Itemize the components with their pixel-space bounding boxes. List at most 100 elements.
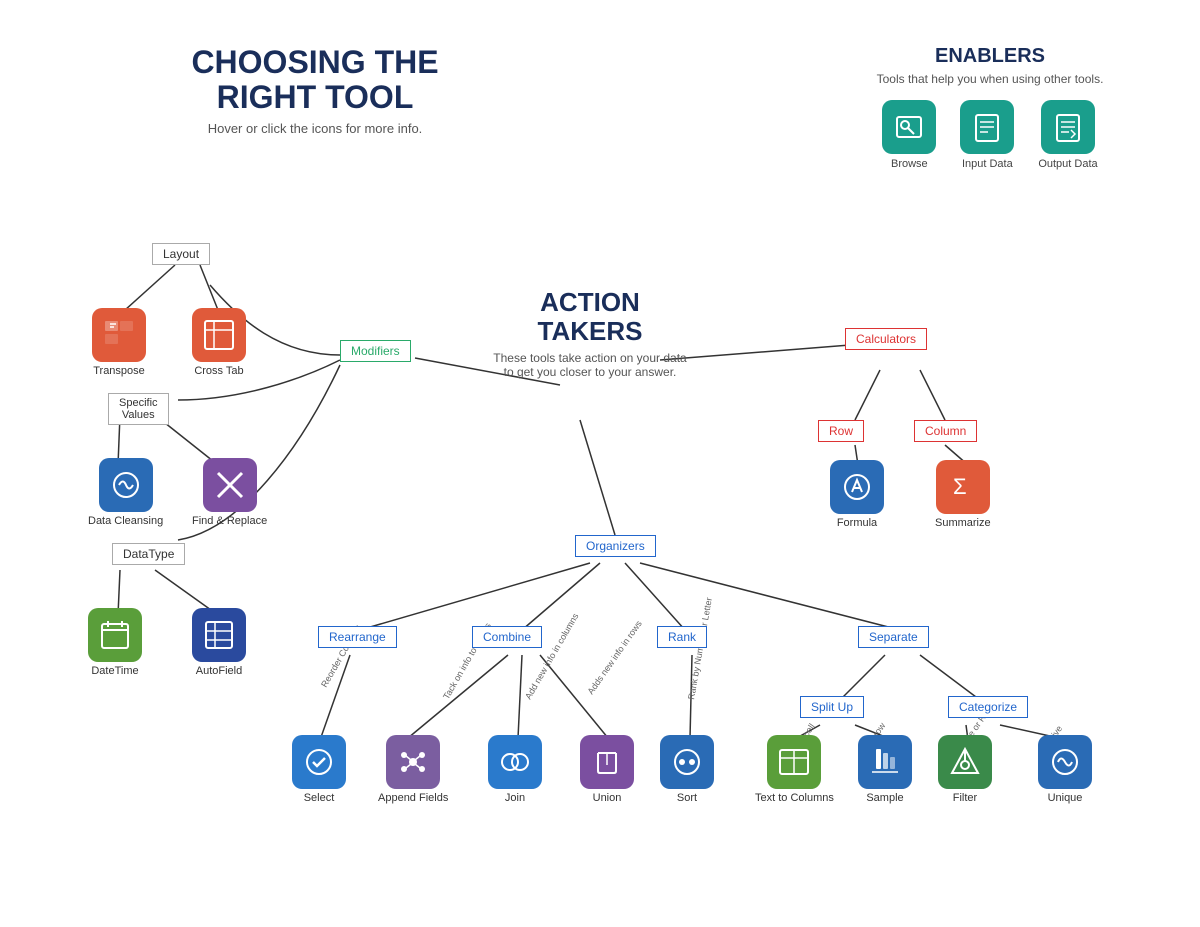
- enablers-description: Tools that help you when using other too…: [850, 72, 1130, 86]
- join-tool[interactable]: Join: [488, 735, 542, 804]
- action-takers-description: These tools take action on your data to …: [490, 351, 690, 379]
- summarize-label: Summarize: [935, 517, 991, 529]
- browse-icon: [882, 100, 936, 154]
- datetime-tool[interactable]: DateTime: [88, 608, 142, 677]
- datetime-icon: [88, 608, 142, 662]
- filter-label: Filter: [953, 792, 977, 804]
- sort-tool[interactable]: Sort: [660, 735, 714, 804]
- column-label: Column: [914, 420, 977, 442]
- layout-label: Layout: [152, 243, 210, 265]
- input-data-label: Input Data: [962, 158, 1013, 170]
- data-cleansing-tool[interactable]: Data Cleansing: [88, 458, 163, 527]
- rank-label: Rank: [657, 626, 707, 648]
- transpose-tool[interactable]: Transpose: [92, 308, 146, 377]
- find-replace-label: Find & Replace: [192, 515, 267, 527]
- svg-text:Σ: Σ: [953, 474, 967, 499]
- data-type-label: DataType: [112, 543, 185, 565]
- calculators-label: Calculators: [845, 328, 927, 350]
- union-tool[interactable]: Union: [580, 735, 634, 804]
- rank-box: Rank: [657, 626, 707, 648]
- data-type-box: DataType: [112, 543, 185, 565]
- summarize-tool[interactable]: Σ Summarize: [935, 460, 991, 529]
- enablers-heading: ENABLERS: [850, 45, 1130, 68]
- modifiers-label: Modifiers: [340, 340, 411, 362]
- separate-label: Separate: [858, 626, 929, 648]
- action-takers-section: ACTION TAKERS These tools take action on…: [490, 288, 690, 379]
- main-title: CHOOSING THE RIGHT TOOL Hover or click t…: [155, 45, 475, 136]
- output-data-tool[interactable]: Output Data: [1038, 100, 1097, 170]
- browse-label: Browse: [891, 158, 928, 170]
- autofield-tool[interactable]: AutoField: [192, 608, 246, 677]
- select-tool[interactable]: Select: [292, 735, 346, 804]
- combine-box: Combine: [472, 626, 542, 648]
- categorize-label: Categorize: [948, 696, 1028, 718]
- text-to-columns-tool[interactable]: Text to Columns: [755, 735, 834, 804]
- enablers-icons: Browse Input Data Output Data: [850, 100, 1130, 170]
- sample-tool[interactable]: Sample: [858, 735, 912, 804]
- sample-icon: [858, 735, 912, 789]
- specific-values-label: SpecificValues: [108, 393, 169, 425]
- sort-label: Sort: [677, 792, 697, 804]
- text-to-columns-icon: [767, 735, 821, 789]
- page: Reorder Columns Tack on info to values A…: [0, 0, 1200, 927]
- formula-label: Formula: [837, 517, 877, 529]
- find-replace-tool[interactable]: Find & Replace: [192, 458, 267, 527]
- data-cleansing-label: Data Cleansing: [88, 515, 163, 527]
- append-fields-tool[interactable]: Append Fields: [378, 735, 448, 804]
- rearrange-label: Rearrange: [318, 626, 397, 648]
- append-fields-icon: [386, 735, 440, 789]
- formula-tool[interactable]: Formula: [830, 460, 884, 529]
- enablers-section: ENABLERS Tools that help you when using …: [850, 45, 1130, 170]
- unique-label: Unique: [1048, 792, 1083, 804]
- modifiers-box: Modifiers: [340, 340, 411, 362]
- svg-text:Add new info in columns: Add new info in columns: [523, 611, 581, 701]
- unique-tool[interactable]: Unique: [1038, 735, 1092, 804]
- append-fields-label: Append Fields: [378, 792, 448, 804]
- autofield-label: AutoField: [196, 665, 242, 677]
- output-data-label: Output Data: [1038, 158, 1097, 170]
- filter-tool[interactable]: Filter: [938, 735, 992, 804]
- calculators-box: Calculators: [845, 328, 927, 350]
- categorize-box: Categorize: [948, 696, 1028, 718]
- row-label: Row: [818, 420, 864, 442]
- cross-tab-icon: [192, 308, 246, 362]
- input-data-tool[interactable]: Input Data: [960, 100, 1014, 170]
- browse-tool[interactable]: Browse: [882, 100, 936, 170]
- row-box: Row: [818, 420, 864, 442]
- split-up-label: Split Up: [800, 696, 864, 718]
- data-cleansing-icon: [99, 458, 153, 512]
- filter-icon: [938, 735, 992, 789]
- transpose-label: Transpose: [93, 365, 145, 377]
- cross-tab-label: Cross Tab: [194, 365, 243, 377]
- join-label: Join: [505, 792, 525, 804]
- separate-box: Separate: [858, 626, 929, 648]
- join-icon: [488, 735, 542, 789]
- summarize-icon: Σ: [936, 460, 990, 514]
- union-icon: [580, 735, 634, 789]
- output-data-icon: [1041, 100, 1095, 154]
- main-subtitle: Hover or click the icons for more info.: [155, 121, 475, 136]
- transpose-icon: [92, 308, 146, 362]
- combine-label: Combine: [472, 626, 542, 648]
- text-to-columns-label: Text to Columns: [755, 792, 834, 804]
- split-up-box: Split Up: [800, 696, 864, 718]
- find-replace-icon: [203, 458, 257, 512]
- sample-label: Sample: [866, 792, 903, 804]
- column-box: Column: [914, 420, 977, 442]
- organizers-label: Organizers: [575, 535, 656, 557]
- unique-icon: [1038, 735, 1092, 789]
- autofield-icon: [192, 608, 246, 662]
- sort-icon: [660, 735, 714, 789]
- formula-icon: [830, 460, 884, 514]
- input-data-icon: [960, 100, 1014, 154]
- cross-tab-tool[interactable]: Cross Tab: [192, 308, 246, 377]
- svg-text:Rank by Number or Letter: Rank by Number or Letter: [686, 597, 714, 701]
- specific-values-box: SpecificValues: [108, 393, 169, 425]
- select-label: Select: [304, 792, 335, 804]
- organizers-box: Organizers: [575, 535, 656, 557]
- svg-text:Adds new info in rows: Adds new info in rows: [585, 618, 644, 696]
- datetime-label: DateTime: [91, 665, 138, 677]
- main-heading: CHOOSING THE RIGHT TOOL: [155, 45, 475, 115]
- union-label: Union: [593, 792, 622, 804]
- layout-box: Layout: [152, 243, 210, 265]
